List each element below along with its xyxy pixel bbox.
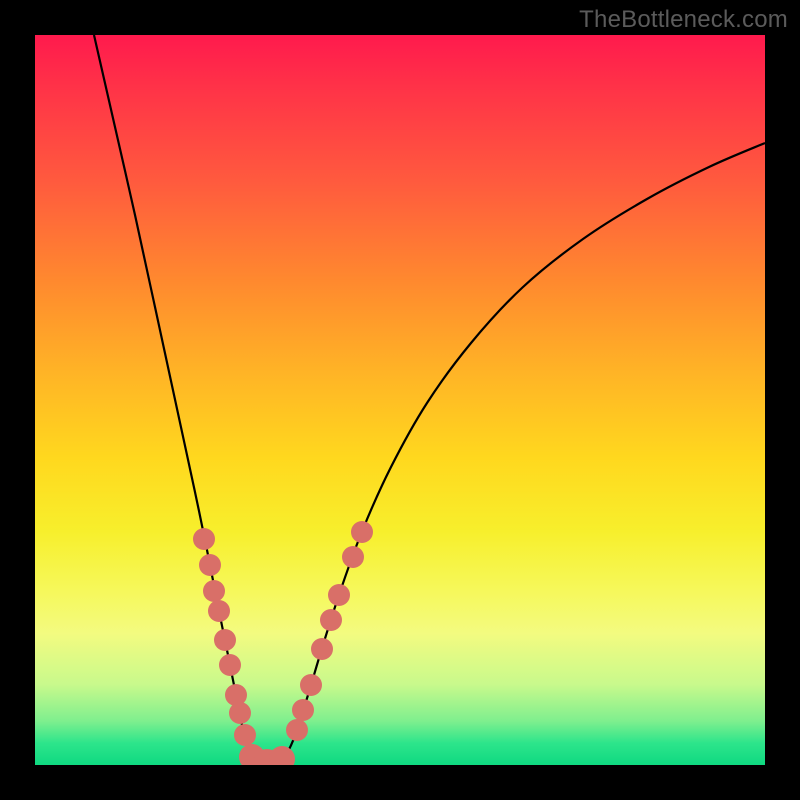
data-dot [193,528,215,550]
dots-trough-cluster [239,744,295,765]
data-dot [269,746,295,765]
data-dot [286,719,308,741]
chart-frame: TheBottleneck.com [0,0,800,800]
dots-left-cluster [193,528,256,746]
data-dot [320,609,342,631]
data-dot [300,674,322,696]
data-dot [199,554,221,576]
data-dot [328,584,350,606]
data-dot [234,724,256,746]
bottleneck-curve-left [94,35,259,763]
data-dot [208,600,230,622]
data-dot [292,699,314,721]
bottleneck-curve-right [278,143,765,763]
data-dot [219,654,241,676]
data-dot [351,521,373,543]
chart-svg [35,35,765,765]
chart-background [35,35,765,765]
watermark-text: TheBottleneck.com [579,6,788,34]
data-dot [229,702,251,724]
data-dot [214,629,236,651]
dots-right-cluster [286,521,373,741]
data-dot [203,580,225,602]
data-dot [342,546,364,568]
data-dot [311,638,333,660]
